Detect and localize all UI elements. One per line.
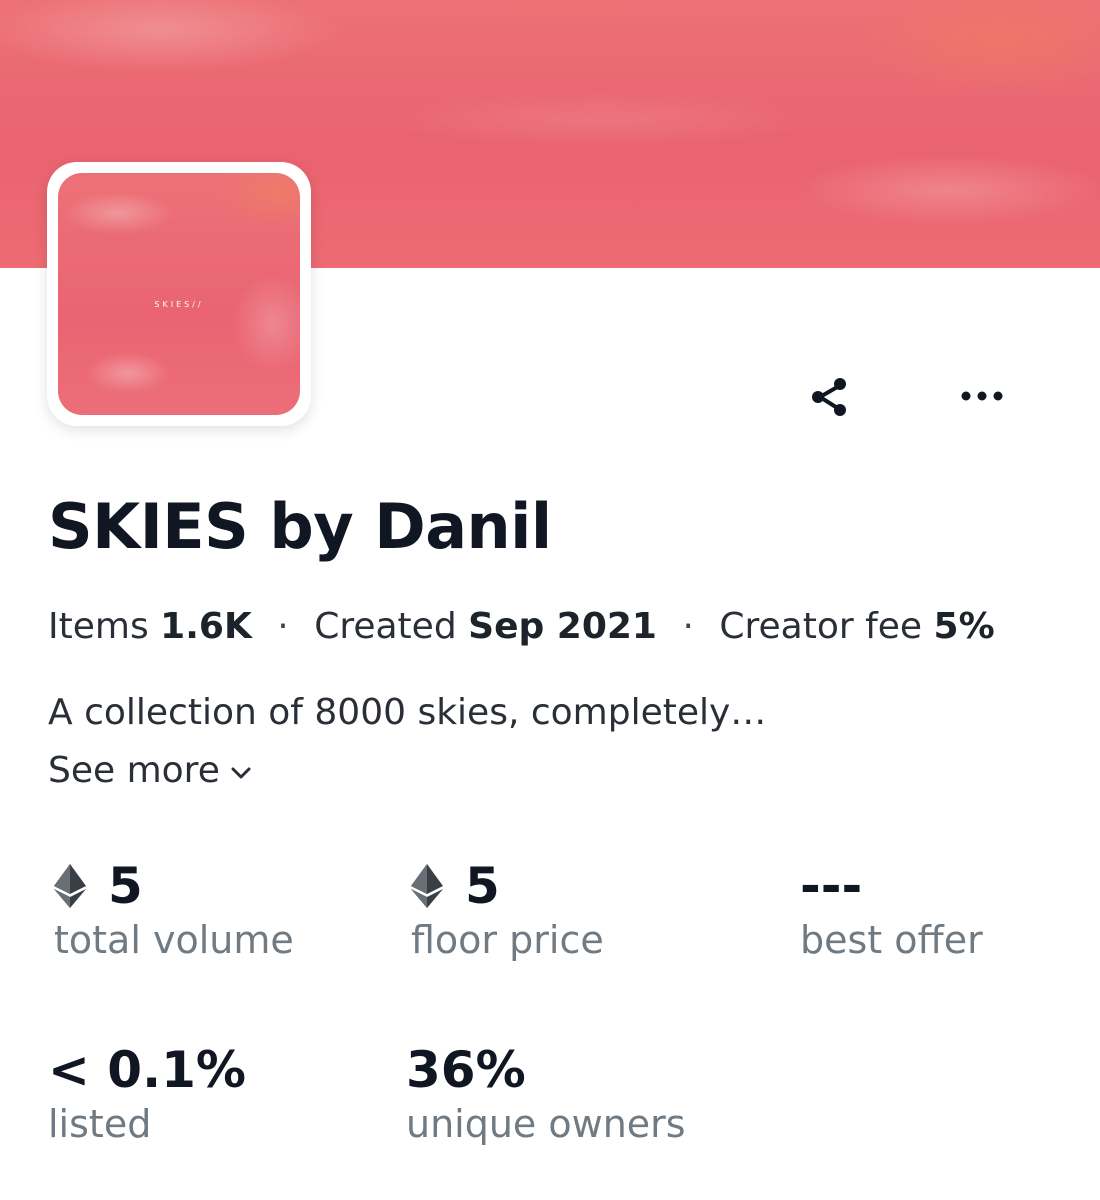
share-icon [812,378,846,416]
stat-total-volume: 5 total volume [54,856,294,962]
collection-avatar-frame: SKIES// [47,162,311,426]
ethereum-icon [411,864,443,908]
creator-fee-label: Creator fee [719,606,923,647]
unique-owners-label: unique owners [406,1102,686,1146]
best-offer-label: best offer [800,918,983,962]
items-value: 1.6K [160,606,252,647]
collection-avatar[interactable]: SKIES// [58,173,300,415]
created-label: Created [314,606,457,647]
total-volume-value: 5 [108,857,143,915]
chevron-down-icon [231,767,251,778]
items-label: Items [48,606,149,647]
best-offer-value: --- [800,857,863,915]
stat-listed: < 0.1% listed [48,1040,246,1146]
avatar-logo-text: SKIES// [154,300,204,309]
stat-best-offer: --- best offer [800,856,983,962]
see-more-button[interactable]: See more [48,750,252,791]
created-value: Sep 2021 [468,606,657,647]
meta-separator: · [682,606,694,647]
more-horizontal-icon [961,391,1003,401]
listed-label: listed [48,1102,152,1146]
floor-price-value: 5 [465,857,500,915]
meta-separator: · [277,606,289,647]
listed-value: < 0.1% [48,1041,246,1099]
stat-unique-owners: 36% unique owners [406,1040,686,1146]
more-options-button[interactable] [958,372,1006,420]
unique-owners-value: 36% [406,1041,526,1099]
collection-description: A collection of 8000 skies, completely… [48,692,767,733]
floor-price-label: floor price [411,918,604,962]
see-more-label: See more [48,750,220,791]
ethereum-icon [54,864,86,908]
total-volume-label: total volume [54,918,294,962]
stat-floor-price: 5 floor price [411,856,604,962]
share-button[interactable] [806,372,854,420]
collection-title: SKIES by Danil [48,490,552,563]
creator-fee-value: 5% [933,606,995,647]
collection-page: SKIES// SKIES by Danil Items 1.6K · Crea… [0,0,1100,1200]
collection-meta: Items 1.6K · Created Sep 2021 · Creator … [48,606,995,647]
